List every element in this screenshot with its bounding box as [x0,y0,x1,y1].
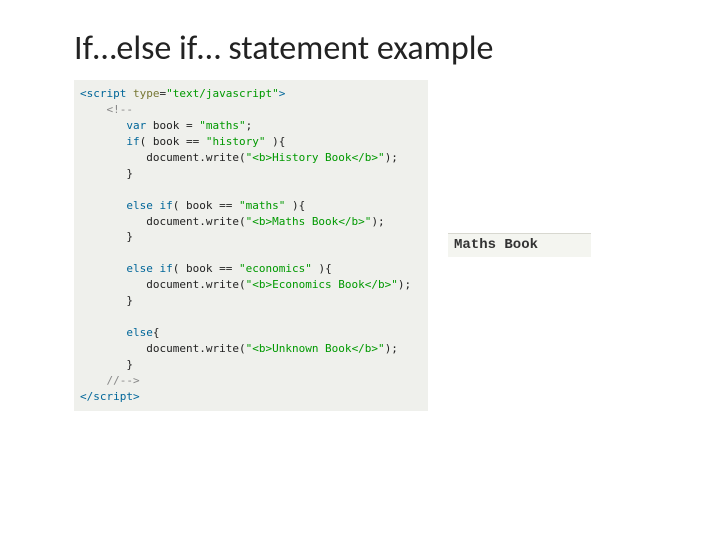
slide: If…else if… statement example <script ty… [0,0,720,540]
code-listing: <script type="text/javascript"> <!-- var… [80,86,422,405]
output-box: Maths Book [448,233,591,257]
output-text: Maths Book [454,237,538,253]
slide-title: If…else if… statement example [74,28,493,69]
code-example-box: <script type="text/javascript"> <!-- var… [74,80,428,411]
